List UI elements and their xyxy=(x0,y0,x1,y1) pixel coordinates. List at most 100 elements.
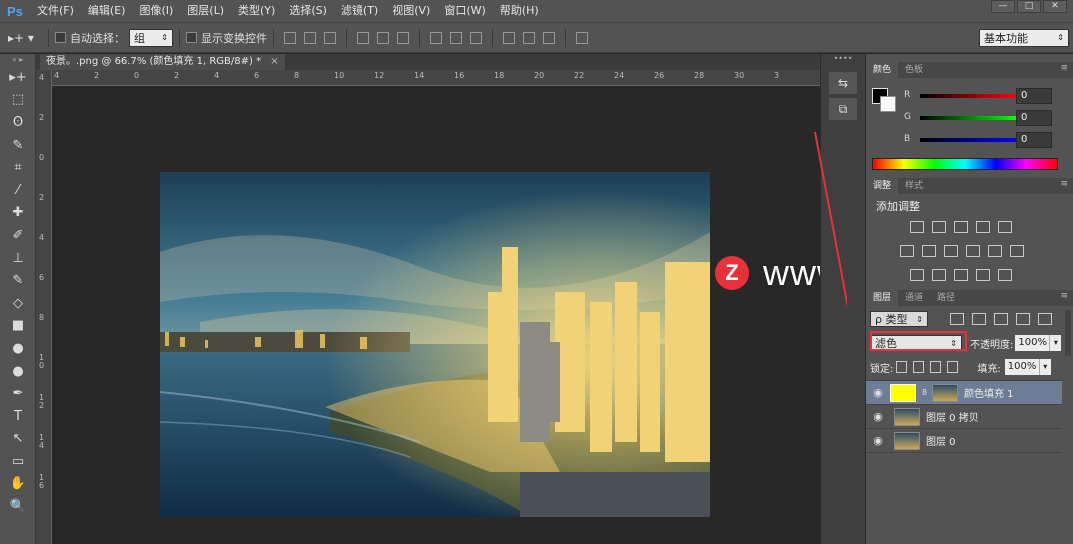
filter-pixel-icon[interactable] xyxy=(950,313,964,325)
menu-layer[interactable]: 图层(L) xyxy=(180,0,231,22)
menu-help[interactable]: 帮助(H) xyxy=(493,0,546,22)
quick-select-tool-icon[interactable]: ✎ xyxy=(0,134,36,157)
distribute-hcenter-icon[interactable] xyxy=(523,31,535,44)
distribute-left-icon[interactable] xyxy=(503,31,515,44)
align-bottom-icon[interactable] xyxy=(324,31,336,44)
auto-select-checkbox[interactable] xyxy=(55,32,66,43)
opacity-stepper[interactable]: ▾ xyxy=(1049,335,1062,351)
close-button[interactable]: ✕ xyxy=(1043,0,1067,13)
fill-stepper[interactable]: ▾ xyxy=(1038,359,1051,375)
menu-edit[interactable]: 编辑(E) xyxy=(81,0,133,22)
slider-g[interactable] xyxy=(920,116,1016,120)
move-tool-icon[interactable]: ▸+ xyxy=(0,66,36,89)
close-icon[interactable]: × xyxy=(270,56,278,67)
document-tab[interactable]: 夜景。.png @ 66.7% (颜色填充 1, RGB/8#) * × xyxy=(40,54,285,70)
slider-b[interactable] xyxy=(920,138,1016,142)
hand-tool-icon[interactable]: ✋ xyxy=(0,473,36,496)
workspace-dropdown[interactable]: 基本功能 ⇕ xyxy=(979,28,1069,47)
align-right-icon[interactable] xyxy=(397,31,409,44)
dodge-tool-icon[interactable]: ● xyxy=(0,360,36,383)
auto-select-dropdown[interactable]: 组 ⇕ xyxy=(129,28,173,47)
auto-align-icon[interactable] xyxy=(576,31,588,44)
vibrance-icon[interactable] xyxy=(998,221,1012,233)
path-select-tool-icon[interactable]: ↖ xyxy=(0,428,36,451)
curves-icon[interactable] xyxy=(954,221,968,233)
menu-image[interactable]: 图像(I) xyxy=(132,0,180,22)
menu-filter[interactable]: 滤镜(T) xyxy=(334,0,385,22)
menu-view[interactable]: 视图(V) xyxy=(385,0,437,22)
layer-filter-dropdown[interactable]: ρ 类型 ⇕ xyxy=(870,311,928,327)
layer-row-base[interactable]: ◉ 图层 0 xyxy=(866,429,1062,453)
tab-paths[interactable]: 路径 xyxy=(930,290,962,306)
distribute-top-icon[interactable] xyxy=(430,31,442,44)
layer-row-color-fill[interactable]: ◉ 8 颜色填充 1 xyxy=(866,381,1062,405)
panel-menu-icon[interactable]: ≡ xyxy=(1060,179,1068,189)
stamp-tool-icon[interactable]: ⊥ xyxy=(0,247,36,270)
invert-icon[interactable] xyxy=(910,269,924,281)
color-balance-icon[interactable] xyxy=(922,245,936,257)
properties-panel-icon[interactable]: ⧉ xyxy=(829,98,857,120)
type-tool-icon[interactable]: T xyxy=(0,405,36,428)
move-tool-preset-icon[interactable]: ▸+ ▾ xyxy=(0,31,42,45)
exposure-icon[interactable] xyxy=(976,221,990,233)
opacity-input[interactable]: 100% xyxy=(1015,335,1050,351)
hue-saturation-icon[interactable] xyxy=(900,245,914,257)
lock-pixels-icon[interactable] xyxy=(913,361,925,373)
channel-mixer-icon[interactable] xyxy=(988,245,1002,257)
lock-all-icon[interactable] xyxy=(947,361,959,373)
value-b[interactable]: 0 xyxy=(1016,132,1052,148)
brightness-icon[interactable] xyxy=(910,221,924,233)
menu-type[interactable]: 类型(Y) xyxy=(231,0,282,22)
posterize-icon[interactable] xyxy=(932,269,946,281)
menu-file[interactable]: 文件(F) xyxy=(30,0,81,22)
filter-type-icon[interactable] xyxy=(994,313,1008,325)
photo-filter-icon[interactable] xyxy=(966,245,980,257)
visibility-eye-icon[interactable]: ◉ xyxy=(866,434,890,447)
distribute-right-icon[interactable] xyxy=(543,31,555,44)
history-brush-tool-icon[interactable]: ✎ xyxy=(0,269,36,292)
align-left-icon[interactable] xyxy=(357,31,369,44)
visibility-eye-icon[interactable]: ◉ xyxy=(866,386,890,399)
maximize-button[interactable]: □ xyxy=(1017,0,1041,13)
levels-icon[interactable] xyxy=(932,221,946,233)
slider-r[interactable] xyxy=(920,94,1016,98)
color-lookup-icon[interactable] xyxy=(1010,245,1024,257)
marquee-tool-icon[interactable]: ⬚ xyxy=(0,89,36,112)
brush-tool-icon[interactable]: ✐ xyxy=(0,224,36,247)
fill-input[interactable]: 100% xyxy=(1004,359,1039,375)
lasso-tool-icon[interactable]: ʘ xyxy=(0,111,36,134)
black-white-icon[interactable] xyxy=(944,245,958,257)
distribute-bottom-icon[interactable] xyxy=(470,31,482,44)
tab-styles[interactable]: 样式 xyxy=(898,178,930,194)
visibility-eye-icon[interactable]: ◉ xyxy=(866,410,890,423)
threshold-icon[interactable] xyxy=(954,269,968,281)
panel-menu-icon[interactable]: ≡ xyxy=(1060,291,1068,301)
color-spectrum[interactable] xyxy=(872,158,1058,170)
value-g[interactable]: 0 xyxy=(1016,110,1052,126)
eyedropper-tool-icon[interactable]: ⁄ xyxy=(0,179,36,202)
value-r[interactable]: 0 xyxy=(1016,88,1052,104)
pen-tool-icon[interactable]: ✒ xyxy=(0,382,36,405)
tab-layers[interactable]: 图层 xyxy=(866,290,899,306)
healing-tool-icon[interactable]: ✚ xyxy=(0,202,36,225)
layer-row-copy[interactable]: ◉ 图层 0 拷贝 xyxy=(866,405,1062,429)
shape-tool-icon[interactable]: ▭ xyxy=(0,450,36,473)
menu-window[interactable]: 窗口(W) xyxy=(437,0,492,22)
eraser-tool-icon[interactable]: ◇ xyxy=(0,292,36,315)
history-panel-icon[interactable]: ⇆ xyxy=(829,72,857,94)
distribute-vcenter-icon[interactable] xyxy=(450,31,462,44)
align-top-icon[interactable] xyxy=(284,31,296,44)
gradient-tool-icon[interactable]: ■ xyxy=(0,315,36,338)
align-vcenter-icon[interactable] xyxy=(304,31,316,44)
minimize-button[interactable]: — xyxy=(991,0,1015,13)
filter-adjustment-icon[interactable] xyxy=(972,313,986,325)
panel-menu-icon[interactable]: ≡ xyxy=(1060,63,1068,73)
layers-scrollbar[interactable] xyxy=(1065,310,1071,356)
lock-transparency-icon[interactable] xyxy=(896,361,908,373)
zoom-tool-icon[interactable]: 🔍 xyxy=(0,495,36,518)
filter-shape-icon[interactable] xyxy=(1016,313,1030,325)
gradient-map-icon[interactable] xyxy=(976,269,990,281)
blur-tool-icon[interactable]: ● xyxy=(0,337,36,360)
canvas-area[interactable] xyxy=(52,86,820,544)
tab-adjustments[interactable]: 调整 xyxy=(866,178,899,194)
